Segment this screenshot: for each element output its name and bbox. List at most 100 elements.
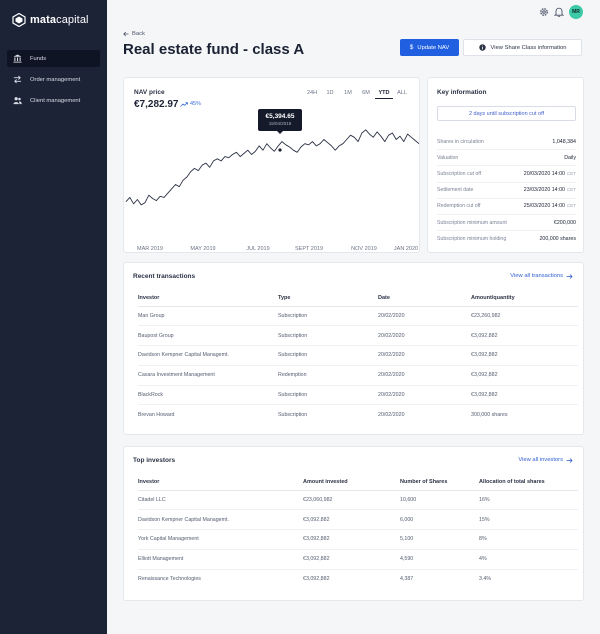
table-cell: Redemption: [278, 365, 378, 386]
tooltip-value: €5,394.65: [265, 113, 295, 120]
x-tick-label: JAN 2020: [394, 246, 418, 252]
table-row[interactable]: Caxara Investment Management Redemption 20…: [138, 365, 578, 386]
column-header[interactable]: Investor: [138, 291, 278, 307]
view-all-investors-link[interactable]: View all investors: [518, 457, 573, 463]
table-row[interactable]: York Capital Management €3,092,882 5,100 8%: [138, 529, 578, 550]
table-cell: €3,092,882: [471, 385, 578, 406]
back-link[interactable]: Back: [123, 31, 145, 37]
key-info-value-wrap: 20/03/2020 14:00 CET: [524, 171, 576, 177]
key-information-list: Shares in circulation 1,048,384 Valuation D…: [437, 134, 576, 247]
key-info-row: Subscription minimum holding 200,000 shar…: [437, 231, 576, 247]
tooltip-date: 15/04/2019: [268, 121, 292, 126]
tooltip-marker: [278, 148, 282, 152]
table-row[interactable]: Elliott Management €3,092,882 4,590 4%: [138, 549, 578, 570]
main-content: MR Back Real estate fund - class A $ Upd…: [107, 0, 600, 634]
key-info-value-wrap: Daily: [564, 155, 576, 161]
table-cell: 20/02/2020: [378, 306, 471, 327]
table-cell: 15%: [479, 509, 578, 531]
table-row[interactable]: Davidson Kempner Capital Managemt. €3,092…: [138, 509, 578, 531]
table-row[interactable]: Man Group Subscription 20/02/2020 €23,260,9…: [138, 306, 578, 327]
key-info-label: Redemption cut off: [437, 203, 481, 210]
column-header[interactable]: Type: [278, 291, 378, 307]
transactions-table: Investor Type Date Amount/quantity Man Group…: [138, 291, 578, 425]
range-option-1d[interactable]: 1D: [321, 90, 339, 99]
sidebar-item-funds[interactable]: Funds: [7, 50, 100, 67]
table-cell: 3.4%: [479, 576, 492, 583]
key-info-row: Shares in circulation 1,048,384: [437, 134, 576, 151]
table-header-row: Investor Amount invested Number of Shares A…: [138, 475, 578, 491]
users-icon: [13, 97, 22, 105]
table-cell: €3,092,882: [471, 345, 578, 366]
range-selector: 24H 1D 1M 6M YTD ALL: [303, 90, 411, 99]
topbar: MR: [107, 0, 600, 26]
key-info-value-wrap: 200,000 shares: [539, 236, 576, 242]
range-option-6m[interactable]: 6M: [357, 90, 375, 99]
table-row[interactable]: Citadel LLC €23,060,982 10,600 16%: [138, 490, 578, 511]
sidebar-item-client-management[interactable]: Client management: [7, 92, 100, 109]
update-nav-label: Update NAV: [417, 44, 450, 51]
x-tick-label: SEPT 2019: [295, 246, 323, 252]
table-cell: 10,600: [400, 490, 479, 511]
table-cell: €23,260,982: [471, 306, 578, 327]
x-tick-label: MAY 2019: [190, 246, 215, 252]
column-header[interactable]: Date: [378, 291, 471, 307]
table-cell: Davidson Kempner Capital Managemt.: [138, 345, 278, 366]
table-cell: €3,092,882: [471, 325, 578, 347]
transfer-icon: [13, 75, 22, 84]
key-information-card: Key information 2 days until subscriptio…: [427, 77, 584, 253]
nav-change: 45%: [180, 101, 201, 107]
nav-chart-card: NAV price €7,282.97 45% 24H 1D 1M 6M YTD ALL …: [123, 77, 420, 253]
table-row[interactable]: BlackRock Subscription 20/02/2020 €3,092,88…: [138, 385, 578, 406]
update-nav-button[interactable]: $ Update NAV: [400, 39, 459, 56]
table-cell: 16%: [479, 490, 578, 511]
column-header[interactable]: Amount/quantity: [471, 291, 578, 307]
column-header[interactable]: Number of Shares: [400, 475, 479, 491]
x-tick-label: MAR 2019: [137, 246, 163, 252]
nav-price-label: NAV price: [134, 89, 165, 96]
sidebar-item-order-management[interactable]: Order management: [7, 71, 100, 88]
table-cell: 4,387: [400, 576, 414, 583]
table-cell: Man Group: [138, 306, 278, 327]
key-info-label: Subscription minimum holding: [437, 236, 507, 243]
nav-series-line: [125, 129, 420, 206]
table-cell: Subscription: [278, 325, 378, 347]
view-all-transactions-link[interactable]: View all transactions: [510, 273, 573, 279]
table-cell: 4,590: [400, 549, 479, 570]
sidebar-item-label: Client management: [30, 97, 81, 104]
settings-icon[interactable]: [539, 7, 549, 17]
column-header[interactable]: Amount invested: [303, 475, 400, 491]
bell-icon[interactable]: [554, 7, 564, 17]
table-cell: 20/02/2020: [378, 345, 471, 366]
table-header-row: Investor Type Date Amount/quantity: [138, 291, 578, 307]
table-cell: Subscription: [278, 345, 378, 366]
back-label: Back: [132, 31, 145, 37]
nav-change-value: 45%: [190, 101, 202, 107]
subscription-countdown-badge: 2 days until subscription cut off: [437, 106, 576, 121]
table-row[interactable]: Davidson Kempner Capital Managemt. Subscr…: [138, 345, 578, 366]
table-row[interactable]: Baupost Group Subscription 20/02/2020 €3,09…: [138, 325, 578, 347]
top-investors-title: Top investors: [133, 457, 176, 464]
sidebar-nav: Funds Order management Client management: [7, 50, 100, 113]
key-info-value: 25/03/2020 14:00: [523, 203, 565, 210]
key-info-value: 200,000 shares: [539, 236, 576, 243]
avatar[interactable]: MR: [569, 5, 583, 19]
range-option-1m[interactable]: 1M: [339, 90, 357, 99]
table-cell: Subscription: [278, 412, 308, 419]
x-tick-label: NOV 2019: [351, 246, 377, 252]
table-cell: Baupost Group: [138, 325, 278, 347]
range-option-24h[interactable]: 24H: [303, 90, 321, 99]
arrow-right-icon: [566, 457, 573, 463]
key-information-title: Key information: [437, 89, 487, 96]
table-cell: €23,060,982: [303, 490, 400, 511]
column-header[interactable]: Allocation of total shares: [479, 475, 578, 491]
key-info-value: 1,048,384: [552, 138, 576, 145]
column-header[interactable]: Investor: [138, 475, 303, 491]
table-row[interactable]: Renaissance Technologies €3,092,882 4,387 3…: [138, 569, 578, 589]
table-row[interactable]: Brevan Howard Subscription 20/02/2020 300,0…: [138, 405, 578, 425]
range-option-all[interactable]: ALL: [393, 90, 411, 99]
logo[interactable]: matacapital: [12, 13, 89, 27]
key-info-row: Subscription cut off 20/03/2020 14:00 CET: [437, 166, 576, 183]
key-info-label: Subscription minimum amount: [437, 219, 507, 226]
view-share-class-button[interactable]: View Share Class information: [463, 39, 582, 56]
range-option-ytd[interactable]: YTD: [375, 90, 393, 99]
